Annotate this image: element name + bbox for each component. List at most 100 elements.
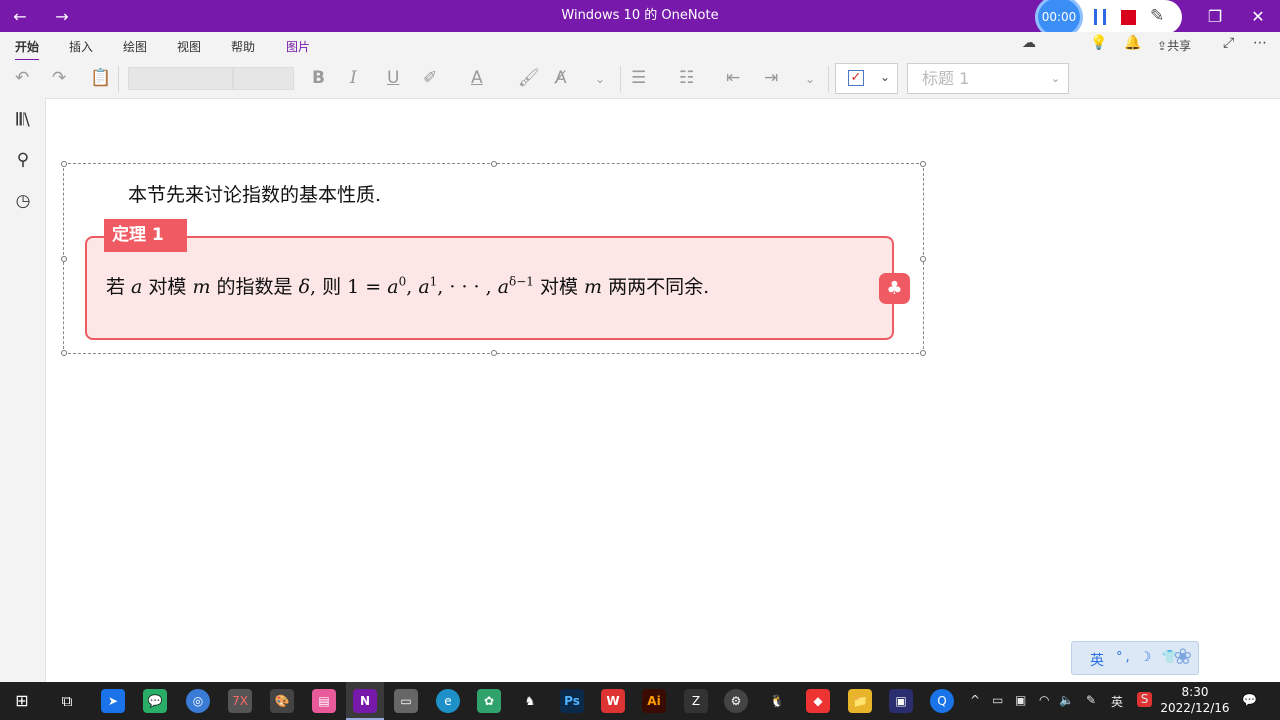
resize-handle[interactable]	[920, 350, 926, 356]
heading-style-select[interactable]: 标题 1 ⌄	[907, 63, 1069, 94]
notification-icon[interactable]: 💬	[1242, 693, 1257, 707]
app-icon[interactable]: ◆	[806, 689, 830, 713]
bullet-list-icon[interactable]: ☰	[631, 68, 646, 88]
font-size-select[interactable]	[233, 67, 294, 90]
browser-icon[interactable]: ◎	[186, 689, 210, 713]
font-family-select[interactable]	[128, 67, 233, 90]
pen-icon[interactable]: ✎	[1150, 6, 1164, 26]
tab-view[interactable]: 视图	[177, 38, 201, 55]
resize-handle[interactable]	[61, 161, 67, 167]
resize-handle[interactable]	[920, 256, 926, 262]
outdent-icon[interactable]: ⇤	[726, 68, 740, 88]
tab-picture[interactable]: 图片	[286, 38, 310, 55]
numbered-list-icon[interactable]: ☷	[679, 68, 694, 88]
highlight-icon[interactable]: ✐	[423, 68, 437, 88]
wifi-icon[interactable]: ◠	[1039, 693, 1049, 707]
illustrator-icon[interactable]: Ai	[642, 689, 666, 713]
app-icon[interactable]: ▣	[889, 689, 913, 713]
chevron-down-icon: ⌄	[880, 70, 891, 84]
file-explorer-icon[interactable]: 📁	[848, 689, 872, 713]
windows-start-icon[interactable]: ⊞	[10, 689, 34, 713]
theorem-text-part: 的指数是	[210, 276, 299, 298]
chevron-up-icon[interactable]: ^	[970, 693, 980, 707]
undo-icon[interactable]: ↶	[15, 68, 29, 88]
search-app-icon[interactable]: Q	[930, 689, 954, 713]
app-icon[interactable]: ▤	[312, 689, 336, 713]
resize-handle[interactable]	[491, 161, 497, 167]
resize-handle[interactable]	[61, 256, 67, 262]
tab-insert[interactable]: 插入	[69, 38, 93, 55]
edge-icon[interactable]: e	[436, 689, 460, 713]
task-view-icon[interactable]: ⧉	[55, 689, 79, 713]
chevron-down-icon[interactable]: ⌄	[595, 72, 605, 86]
var-a: a	[387, 276, 399, 298]
wechat-icon[interactable]: 💬	[143, 689, 167, 713]
notebooks-icon[interactable]: 𝄃𝄃\	[12, 110, 34, 130]
app-icon[interactable]: ♞	[518, 689, 542, 713]
7zip-icon[interactable]: 7X	[228, 689, 252, 713]
app-icon[interactable]: ⚙	[724, 689, 748, 713]
pause-icon[interactable]	[1094, 9, 1106, 25]
theorem-text-part: 对模	[533, 276, 585, 298]
ime-symbols[interactable]: °, ☽ 👕	[1116, 650, 1181, 665]
clock[interactable]: 8:30 2022/12/16	[1160, 684, 1230, 716]
bell-icon[interactable]: 🔔	[1124, 35, 1141, 51]
resize-handle[interactable]	[920, 161, 926, 167]
display-icon[interactable]: ▭	[394, 689, 418, 713]
checkbox-icon: ✓	[848, 70, 864, 86]
record-timer[interactable]: 00:00	[1038, 0, 1080, 36]
app-icon[interactable]: ➤	[101, 689, 125, 713]
var-a: a	[497, 276, 510, 298]
tab-draw[interactable]: 绘图	[123, 38, 147, 55]
resize-handle[interactable]	[61, 350, 67, 356]
todo-tag-dropdown[interactable]: ✓ ⌄	[835, 63, 898, 94]
volume-icon[interactable]: 🔈	[1059, 693, 1074, 707]
var-a: a	[131, 276, 143, 298]
clear-format-icon[interactable]: A̸	[555, 68, 567, 88]
sogou-icon[interactable]: S	[1137, 692, 1152, 707]
chevron-down-icon[interactable]: ⌄	[805, 72, 815, 86]
underline-icon[interactable]: U	[387, 68, 399, 88]
share-label: 共享	[1167, 39, 1192, 53]
italic-icon[interactable]: I	[350, 68, 357, 88]
resize-handle[interactable]	[491, 350, 497, 356]
sync-icon[interactable]: ☁	[1022, 35, 1036, 51]
share-button[interactable]: ⇪共享	[1157, 37, 1191, 54]
photoshop-icon[interactable]: Ps	[560, 689, 584, 713]
indent-icon[interactable]: ⇥	[764, 68, 778, 88]
lightbulb-icon[interactable]: 💡	[1090, 35, 1107, 51]
tray-ime-language[interactable]: 英	[1111, 693, 1123, 710]
var-m: m	[192, 276, 211, 298]
font-color-icon[interactable]: A	[471, 68, 483, 88]
onenote-icon[interactable]: N	[353, 689, 377, 713]
redo-icon[interactable]: ↷	[52, 68, 66, 88]
club-icon: ♣	[879, 273, 910, 304]
search-icon[interactable]: ⚲	[12, 150, 34, 170]
theorem-text-part: 两两不同余.	[602, 276, 710, 298]
wps-icon[interactable]: W	[601, 689, 625, 713]
restore-button[interactable]: ❐	[1195, 0, 1235, 32]
qq-icon[interactable]: 🐧	[765, 689, 789, 713]
tab-home[interactable]: 开始	[15, 38, 40, 61]
clipboard-icon[interactable]: 📋	[90, 68, 111, 88]
ime-toolbar[interactable]: 英 °, ☽ 👕 ❀	[1071, 641, 1199, 675]
var-delta: δ	[298, 276, 311, 298]
intro-text[interactable]: 本节先来讨论指数的基本性质.	[128, 180, 381, 207]
theorem-text[interactable]: 若 a 对模 m 的指数是 δ, 则 1 = a0, a1, · · · , a…	[106, 272, 709, 299]
exponent: δ−1	[509, 274, 534, 289]
recent-clock-icon[interactable]: ◷	[12, 191, 34, 211]
ime-language[interactable]: 英	[1090, 650, 1104, 670]
format-painter-icon[interactable]: 🖌	[518, 68, 540, 88]
battery-icon[interactable]: ▭	[992, 693, 1003, 707]
app-icon[interactable]: ✿	[477, 689, 501, 713]
app-icon[interactable]: Z	[684, 689, 708, 713]
stop-icon[interactable]	[1121, 10, 1136, 25]
paint-icon[interactable]: 🎨	[270, 689, 294, 713]
pen-icon[interactable]: ✎	[1086, 693, 1096, 707]
more-icon[interactable]: ⋯	[1253, 35, 1267, 51]
tab-help[interactable]: 帮助	[231, 38, 255, 55]
close-button[interactable]: ✕	[1238, 0, 1278, 32]
bold-icon[interactable]: B	[312, 68, 325, 88]
network-icon[interactable]: ▣	[1015, 693, 1026, 707]
expand-icon[interactable]: ⤢	[1223, 35, 1234, 51]
